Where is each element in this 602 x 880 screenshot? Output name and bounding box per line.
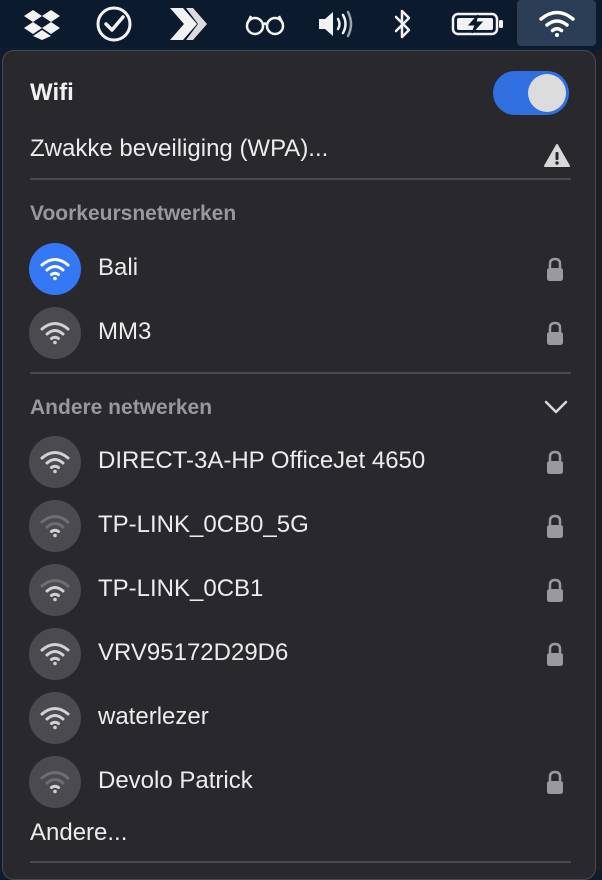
wifi-header: Wifi bbox=[3, 51, 597, 135]
section-other-networks: Andere netwerken bbox=[30, 396, 213, 419]
wifi-menu-panel: Wifi Zwakke beveiliging (WPA)... Voorkeu… bbox=[2, 50, 596, 880]
other-networks-header[interactable]: Andere netwerken bbox=[3, 387, 597, 431]
wifi-signal-icon bbox=[29, 500, 81, 552]
network-name: MM3 bbox=[98, 318, 152, 345]
other-network-option[interactable]: Andere... bbox=[3, 813, 597, 857]
wifi-signal-icon bbox=[29, 692, 81, 744]
divider bbox=[30, 372, 571, 374]
divider bbox=[30, 178, 571, 180]
glasses-icon[interactable] bbox=[244, 0, 286, 48]
network-item-devolo-patrick[interactable]: Devolo Patrick bbox=[3, 754, 597, 810]
network-item-direct-3a-hp[interactable]: DIRECT-3A-HP OfficeJet 4650 bbox=[3, 434, 597, 490]
network-item-vrv95172d29d6[interactable]: VRV95172D29D6 bbox=[3, 626, 597, 682]
other-network-label: Andere... bbox=[30, 819, 128, 846]
toggle-knob bbox=[528, 74, 566, 112]
menu-bar bbox=[0, 0, 602, 48]
wifi-toggle[interactable] bbox=[493, 71, 569, 115]
network-item-tp-link-0cb1[interactable]: TP-LINK_0CB1 bbox=[3, 562, 597, 618]
lock-icon bbox=[545, 578, 565, 609]
wifi-signal-icon bbox=[29, 756, 81, 808]
checkmark-circle-icon[interactable] bbox=[94, 0, 134, 48]
lock-icon bbox=[545, 257, 565, 288]
wifi-signal-icon bbox=[29, 564, 81, 616]
network-item-tp-link-0cb0-5g[interactable]: TP-LINK_0CB0_5G bbox=[3, 498, 597, 554]
security-status-row[interactable]: Zwakke beveiliging (WPA)... bbox=[3, 129, 597, 177]
battery-charging-icon[interactable] bbox=[450, 0, 506, 48]
security-status-text: Zwakke beveiliging (WPA)... bbox=[30, 135, 329, 162]
app-logo-icon[interactable] bbox=[166, 0, 208, 48]
bluetooth-icon[interactable] bbox=[390, 0, 416, 48]
wifi-icon[interactable] bbox=[537, 0, 577, 48]
wifi-title: Wifi bbox=[30, 79, 74, 106]
network-name: TP-LINK_0CB0_5G bbox=[98, 511, 309, 538]
network-name: TP-LINK_0CB1 bbox=[98, 575, 264, 602]
network-name: Bali bbox=[98, 254, 139, 281]
divider bbox=[30, 861, 571, 863]
network-item-waterlezer[interactable]: waterlezer bbox=[3, 690, 597, 746]
lock-icon bbox=[545, 450, 565, 481]
wifi-signal-icon bbox=[29, 628, 81, 680]
network-item-mm3[interactable]: MM3 bbox=[3, 305, 597, 361]
warning-icon bbox=[543, 143, 571, 174]
wifi-signal-icon bbox=[29, 307, 81, 359]
network-name: Devolo Patrick bbox=[98, 767, 253, 794]
network-name: waterlezer bbox=[98, 703, 209, 730]
lock-icon bbox=[545, 770, 565, 801]
lock-icon bbox=[545, 321, 565, 352]
network-item-bali[interactable]: Bali bbox=[3, 241, 597, 297]
network-name: DIRECT-3A-HP OfficeJet 4650 bbox=[98, 447, 426, 474]
network-name: VRV95172D29D6 bbox=[98, 639, 289, 666]
wifi-signal-icon bbox=[29, 243, 81, 295]
wifi-signal-icon bbox=[29, 436, 81, 488]
lock-icon bbox=[545, 514, 565, 545]
chevron-down-icon[interactable] bbox=[543, 399, 569, 420]
volume-icon[interactable] bbox=[316, 0, 356, 48]
lock-icon bbox=[545, 642, 565, 673]
section-preferred-networks: Voorkeursnetwerken bbox=[30, 202, 237, 225]
dropbox-icon[interactable] bbox=[22, 0, 62, 48]
